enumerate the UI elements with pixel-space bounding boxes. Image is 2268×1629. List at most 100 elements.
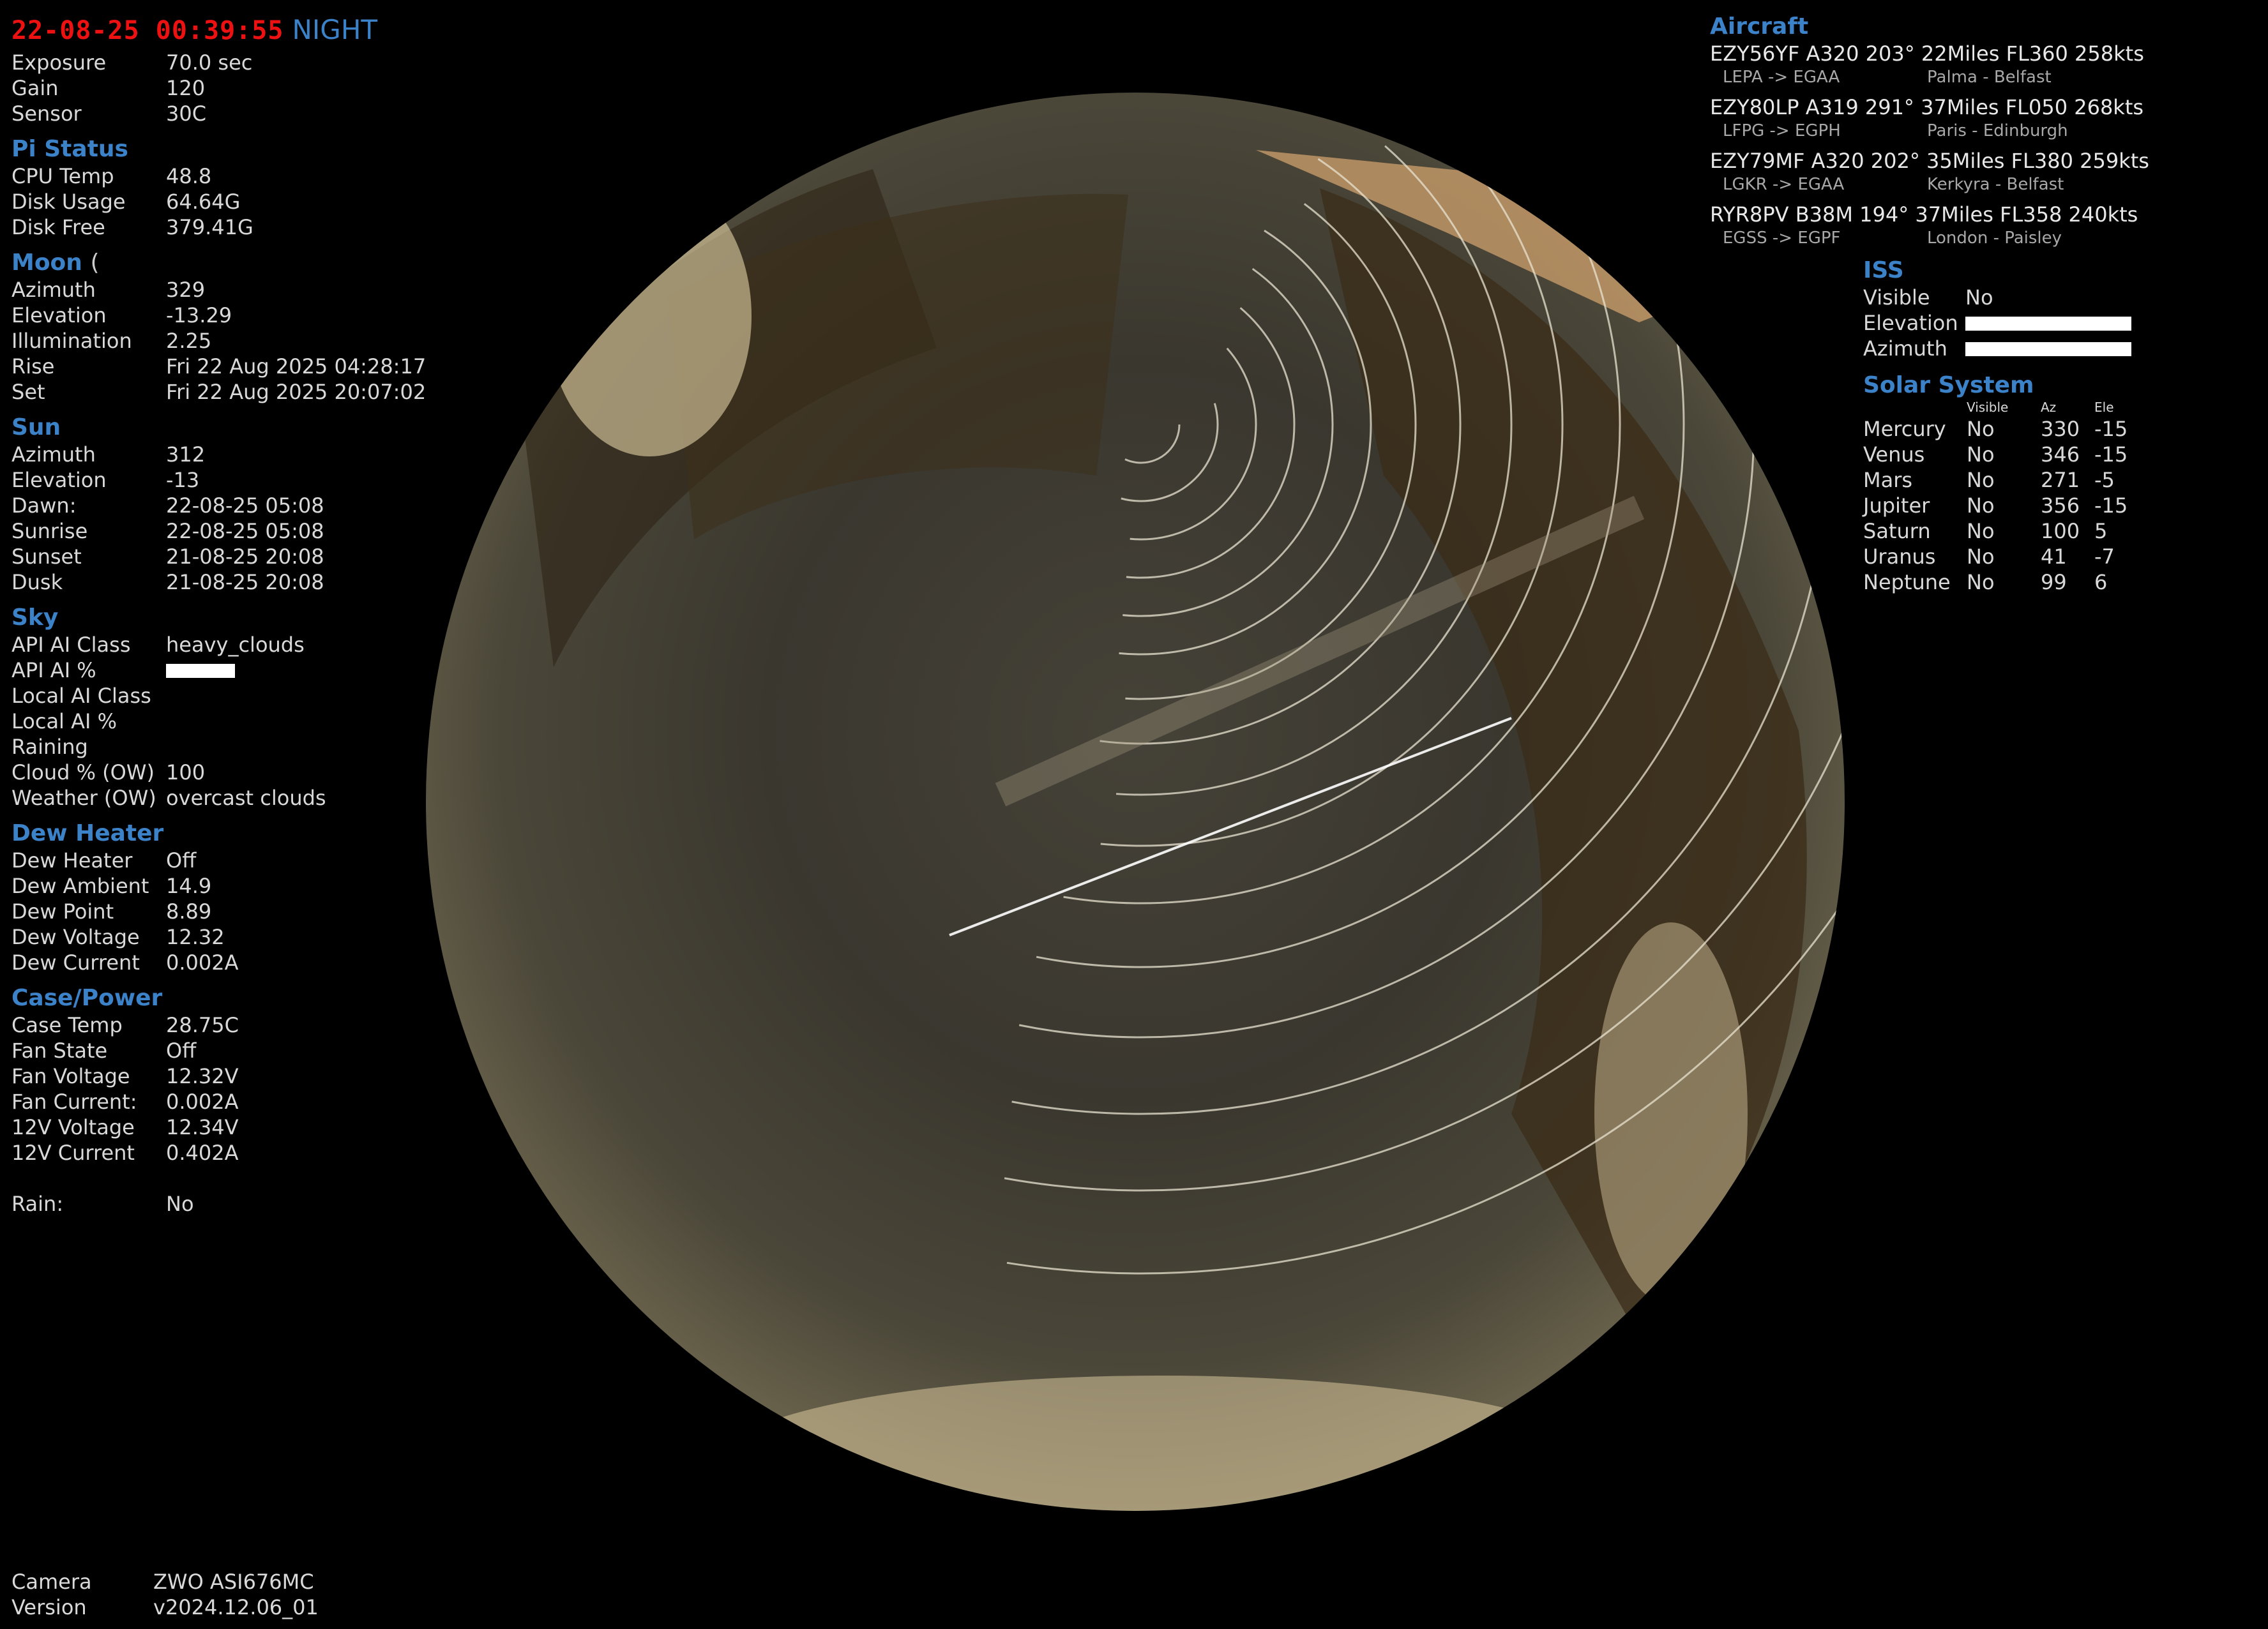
section-title: Sun — [11, 414, 61, 440]
aircraft-from-to: London - Paisley — [1927, 229, 2062, 248]
planet-name: Mars — [1863, 468, 1913, 492]
planet-name: Mercury — [1863, 417, 1946, 441]
dew-heater-section: Dew Heater Dew Heater Off Dew Ambient 14.9… — [11, 820, 458, 975]
row-label: Disk Usage — [11, 190, 126, 214]
row-label: Cloud % (OW) — [11, 760, 155, 784]
planet-name: Saturn — [1863, 519, 1931, 543]
row-label: Elevation — [11, 303, 107, 327]
data-row: Elevation -13 — [11, 467, 458, 493]
data-row: Weather (OW) overcast clouds — [11, 785, 458, 811]
capture-mode: NIGHT — [292, 14, 378, 45]
row-label: 12V Voltage — [11, 1115, 135, 1139]
data-row: Set Fri 22 Aug 2025 20:07:02 — [11, 379, 458, 405]
solar-system-panel: Solar System Visible Az Ele Mercury No 330… — [1863, 372, 2195, 595]
aircraft-summary: EZY56YF A320 203° 22Miles FL360 258kts — [1710, 41, 2144, 66]
row-label: Dew Current — [11, 950, 140, 975]
aircraft-item: EZY56YF A320 203° 22Miles FL360 258kts L… — [1710, 41, 2234, 88]
data-row: Dew Heater Off — [11, 848, 458, 873]
row-label: Local AI % — [11, 709, 117, 733]
row-value: Fri 22 Aug 2025 20:07:02 — [166, 380, 427, 404]
row-value: 48.8 — [166, 164, 212, 188]
row-value: 2.25 — [166, 329, 212, 353]
header: 22-08-25 00:39:55 NIGHT — [11, 14, 377, 45]
row-value: 379.41G — [166, 215, 253, 239]
planet-ele: -15 — [2094, 417, 2128, 441]
camera-row: Gain 120 — [11, 75, 458, 101]
data-row: Fan Voltage 12.32V — [11, 1063, 458, 1089]
row-value: 64.64G — [166, 190, 241, 214]
planet-az: 41 — [2041, 544, 2067, 569]
planet-row: Neptune No 99 6 — [1863, 569, 2195, 595]
row-value: v2024.12.06_01 — [153, 1595, 319, 1619]
row-label: Elevation — [11, 468, 107, 492]
solar-header-row: Visible Az Ele — [1863, 400, 2195, 416]
planet-name: Neptune — [1863, 570, 1951, 594]
planet-az: 330 — [2041, 417, 2080, 441]
iss-panel: ISS Visible No Elevation Azimuth — [1863, 257, 2195, 361]
row-value: 12.32 — [166, 925, 225, 949]
data-row: Local AI Class — [11, 683, 458, 709]
planet-ele: -15 — [2094, 442, 2128, 467]
row-value: 100 — [166, 760, 206, 784]
row-label: CPU Temp — [11, 164, 114, 188]
planet-az: 99 — [2041, 570, 2067, 594]
data-row: Dew Voltage 12.32 — [11, 924, 458, 950]
planet-ele: -7 — [2094, 544, 2115, 569]
planet-ele: -5 — [2094, 468, 2115, 492]
planet-az: 100 — [2041, 519, 2080, 543]
row-value: Off — [166, 848, 197, 873]
row-label: Dew Voltage — [11, 925, 140, 949]
aircraft-route-row: LFPG -> EGPH Paris - Edinburgh — [1710, 120, 2234, 142]
section-title: Solar System — [1863, 372, 2034, 398]
data-row: Local AI % — [11, 709, 458, 734]
row-label: API AI % — [11, 658, 96, 682]
data-row: Disk Free 379.41G — [11, 214, 458, 240]
redacted-value — [1965, 317, 2131, 331]
row-value: 120 — [166, 76, 206, 100]
row-label: Disk Free — [11, 215, 105, 239]
sky-section: Sky API AI Class heavy_clouds API AI % Lo… — [11, 604, 458, 811]
planet-visible: No — [1967, 519, 1995, 543]
section-title: Moon ( — [11, 249, 458, 277]
section-title: Dew Heater — [11, 820, 164, 846]
row-label: Exposure — [11, 50, 107, 75]
planet-name: Venus — [1863, 442, 1925, 467]
row-label: Dew Heater — [11, 848, 133, 873]
aircraft-item: EZY80LP A319 291° 37Miles FL050 268kts L… — [1710, 94, 2234, 142]
row-label: Sensor — [11, 101, 82, 126]
aircraft-route: LEPA -> EGAA — [1723, 68, 1840, 87]
camera-row: Exposure 70.0 sec — [11, 50, 458, 75]
row-value: ZWO ASI676MC — [153, 1570, 314, 1594]
row-label: Weather (OW) — [11, 786, 156, 810]
row-value: 28.75C — [166, 1013, 239, 1037]
data-row: 12V Voltage 12.34V — [11, 1115, 458, 1140]
moon-phase-icon: ( — [90, 250, 100, 276]
planet-visible: No — [1967, 544, 1995, 569]
rain-row: Rain: No — [11, 1191, 458, 1217]
row-label: Gain — [11, 76, 59, 100]
row-label: Fan State — [11, 1039, 108, 1063]
row-value: 8.89 — [166, 899, 212, 924]
row-label: Azimuth — [11, 442, 96, 467]
row-value: 22-08-25 05:08 — [166, 493, 324, 518]
data-row: Elevation -13.29 — [11, 303, 458, 328]
planet-ele: -15 — [2094, 493, 2128, 518]
planet-az: 346 — [2041, 442, 2080, 467]
moon-section: Moon ( Azimuth 329 Elevation -13.29 Illumi… — [11, 249, 458, 405]
row-label: Sunset — [11, 544, 82, 569]
row-label: Azimuth — [11, 278, 96, 302]
aircraft-summary: RYR8PV B38M 194° 37Miles FL358 240kts — [1710, 202, 2138, 227]
row-value: 312 — [166, 442, 206, 467]
aircraft-route-row: LGKR -> EGAA Kerkyra - Belfast — [1710, 174, 2234, 195]
row-label: Dusk — [11, 570, 63, 594]
data-row: 12V Current 0.402A — [11, 1140, 458, 1166]
redacted-value — [1965, 342, 2131, 356]
left-panel: Exposure 70.0 sec Gain 120 Sensor 30C Pi St… — [11, 50, 458, 1217]
section-title: ISS — [1863, 257, 1904, 283]
row-value: 12.34V — [166, 1115, 239, 1139]
pi-status-section: Pi Status CPU Temp 48.8 Disk Usage 64.64G … — [11, 135, 458, 240]
sun-section: Sun Azimuth 312 Elevation -13 Dawn: 22-08-2… — [11, 414, 458, 595]
row-label: Dew Ambient — [11, 874, 149, 898]
planet-visible: No — [1967, 493, 1995, 518]
planet-row: Saturn No 100 5 — [1863, 518, 2195, 544]
